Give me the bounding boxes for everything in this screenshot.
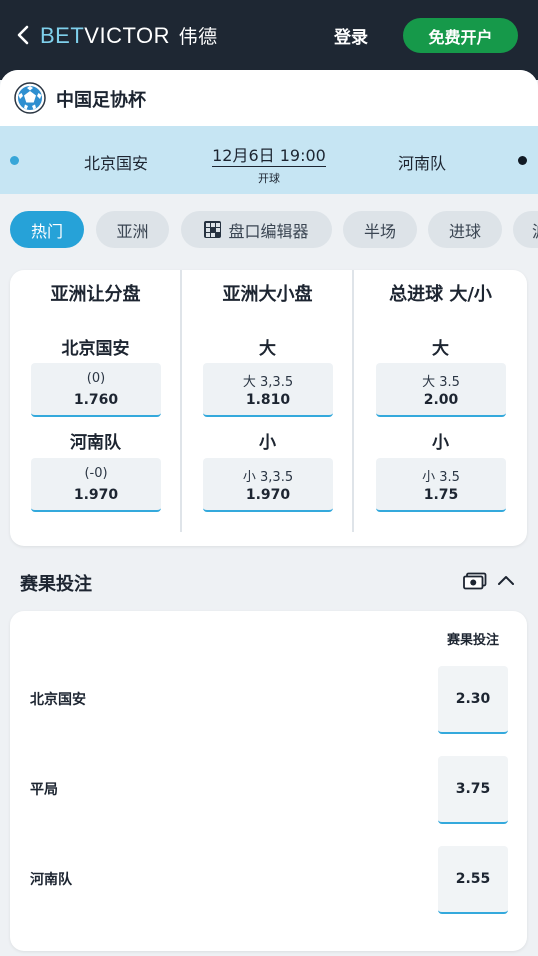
- tab-half-time[interactable]: 半场: [343, 211, 417, 248]
- login-button[interactable]: 登录: [334, 23, 368, 48]
- odds-button[interactable]: (-0) 1.970: [31, 458, 161, 512]
- odds-price: 1.75: [423, 487, 459, 503]
- tab-asian[interactable]: 亚洲: [96, 211, 169, 248]
- selection-label: 大: [432, 339, 449, 359]
- odds-price: 1.970: [245, 487, 291, 503]
- odds-price: 1.760: [73, 392, 119, 408]
- tab-popular[interactable]: 热门: [10, 211, 84, 248]
- result-column-header: 赛果投注: [446, 633, 499, 648]
- market-total-goals: 总进球 大/小 大 大 3.5 2.00 小 小 3.5 1.75: [354, 270, 527, 546]
- chevron-left-icon[interactable]: [12, 20, 38, 50]
- result-odds-button[interactable]: 2.30: [438, 666, 508, 734]
- market-title: 亚洲让分盘: [50, 284, 141, 305]
- odds-line: (0): [86, 371, 106, 386]
- odds-line: 大 3.5: [422, 375, 460, 390]
- away-team-color-dot: [518, 156, 527, 165]
- kickoff-label: 开球: [258, 172, 280, 185]
- brand-bet-text: BET: [40, 23, 85, 48]
- odds-button[interactable]: 小 3.5 1.75: [376, 458, 506, 512]
- market-title: 亚洲大小盘: [222, 284, 313, 305]
- result-odds-button[interactable]: 3.75: [438, 756, 508, 824]
- odds-line: 小 3,3.5: [242, 470, 294, 485]
- match-banner[interactable]: 北京国安 12月6日 19:00 开球 河南队: [0, 126, 538, 194]
- match-result-header[interactable]: 赛果投注: [0, 560, 538, 600]
- market-asian-total: 亚洲大小盘 大 大 3,3.5 1.810 小 小 3,3.5 1.970: [182, 270, 353, 546]
- markets-card: 亚洲让分盘 北京国安 (0) 1.760 河南队 (-0) 1.970 亚洲大小…: [10, 270, 527, 546]
- selection-label: 小: [432, 433, 449, 453]
- result-selection-name: 平局: [30, 782, 58, 798]
- cash-icon[interactable]: [463, 572, 487, 590]
- grid-icon: [204, 221, 222, 238]
- away-team-name: 河南队: [397, 154, 446, 173]
- odds-price: 1.970: [73, 487, 119, 503]
- result-selection-name: 河南队: [30, 872, 72, 888]
- odds-button[interactable]: 大 3.5 2.00: [376, 363, 506, 417]
- selection-label: 小: [259, 433, 276, 453]
- tab-bet-builder-label: 盘口编辑器: [228, 221, 309, 241]
- odds-button[interactable]: 小 3,3.5 1.970: [203, 458, 333, 512]
- odds-price: 2.00: [423, 392, 459, 408]
- signup-button[interactable]: 免费开户: [403, 18, 518, 53]
- tab-bet-builder[interactable]: 盘口编辑器: [181, 211, 332, 248]
- top-bar: BETVICTOR 伟德 登录 免费开户: [0, 0, 538, 80]
- section-title: 赛果投注: [20, 574, 92, 595]
- brand-logo[interactable]: BETVICTOR 伟德: [40, 22, 218, 49]
- brand-cn-text: 伟德: [178, 26, 218, 48]
- brand-victor-text: VICTOR: [84, 23, 171, 48]
- competition-header: 中国足协杯: [0, 70, 538, 126]
- home-team-color-dot: [10, 156, 19, 165]
- odds-line: 大 3,3.5: [242, 375, 294, 390]
- selection-label: 河南队: [70, 433, 121, 453]
- market-title: 总进球 大/小: [389, 284, 492, 305]
- football-icon: [14, 82, 46, 114]
- odds-line: 小 3.5: [422, 470, 460, 485]
- match-result-card: 赛果投注 北京国安 2.30 平局 3.75 河南队 2.55: [10, 611, 527, 951]
- tab-goals[interactable]: 进球: [428, 211, 502, 248]
- competition-title: 中国足协杯: [56, 90, 146, 111]
- kickoff-time: 12月6日 19:00: [212, 146, 326, 167]
- tab-correct-score[interactable]: 波: [513, 211, 538, 248]
- odds-line: (-0): [84, 466, 108, 481]
- page-content: 中国足协杯 北京国安 12月6日 19:00 开球 河南队 热门 亚洲 盘口编辑…: [0, 70, 538, 956]
- odds-button[interactable]: 大 3,3.5 1.810: [203, 363, 333, 417]
- result-odds-button[interactable]: 2.55: [438, 846, 508, 914]
- result-selection-name: 北京国安: [30, 692, 86, 708]
- market-asian-handicap: 亚洲让分盘 北京国安 (0) 1.760 河南队 (-0) 1.970: [10, 270, 181, 546]
- odds-button[interactable]: (0) 1.760: [31, 363, 161, 417]
- selection-label: 北京国安: [61, 339, 130, 359]
- market-tabs: 热门 亚洲 盘口编辑器 半场 进球 波: [0, 208, 538, 252]
- odds-price: 1.810: [245, 392, 291, 408]
- chevron-up-icon[interactable]: [496, 572, 516, 588]
- home-team-name: 北京国安: [83, 154, 148, 173]
- selection-label: 大: [259, 339, 276, 359]
